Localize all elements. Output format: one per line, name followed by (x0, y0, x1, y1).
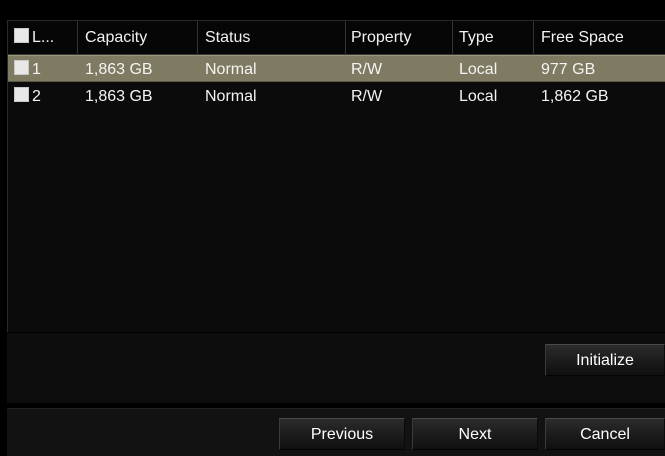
table-row[interactable]: 1 1,863 GB Normal R/W Local 977 GB (8, 55, 665, 82)
row-label: 2 (32, 88, 41, 105)
row-checkbox[interactable] (14, 87, 29, 103)
column-header-label-text: L... (32, 29, 55, 46)
row-label-cell[interactable]: 1 (14, 56, 41, 83)
column-header-label[interactable]: L... (14, 21, 76, 55)
row-property: R/W (351, 88, 383, 105)
row-type: Local (459, 88, 498, 105)
row-label-cell[interactable]: 2 (14, 83, 41, 110)
next-button[interactable]: Next (412, 418, 538, 450)
column-divider (197, 21, 198, 55)
column-header-capacity[interactable]: Capacity (85, 21, 195, 55)
column-header-free-space[interactable]: Free Space (541, 21, 661, 55)
select-all-checkbox[interactable] (14, 28, 29, 44)
column-divider (77, 21, 78, 55)
row-property: R/W (351, 61, 383, 78)
row-label: 1 (32, 61, 41, 78)
table-header: L... Capacity Status Property Type Free … (8, 21, 665, 55)
row-capacity: 1,863 GB (85, 88, 153, 105)
column-header-property[interactable]: Property (351, 21, 451, 55)
row-type: Local (459, 61, 498, 78)
row-free-space: 977 GB (541, 61, 596, 78)
column-header-type[interactable]: Type (459, 21, 529, 55)
column-header-status[interactable]: Status (205, 21, 345, 55)
previous-button[interactable]: Previous (279, 418, 405, 450)
table-row[interactable]: 2 1,863 GB Normal R/W Local 1,862 GB (8, 83, 665, 110)
row-checkbox[interactable] (14, 60, 29, 76)
column-divider (452, 21, 453, 55)
row-status: Normal (205, 61, 257, 78)
row-status: Normal (205, 88, 257, 105)
column-divider (533, 21, 534, 55)
hdd-table: L... Capacity Status Property Type Free … (7, 20, 665, 332)
hdd-list-screen: L... Capacity Status Property Type Free … (0, 0, 665, 456)
row-free-space: 1,862 GB (541, 88, 609, 105)
initialize-button[interactable]: Initialize (545, 344, 665, 376)
row-capacity: 1,863 GB (85, 61, 153, 78)
column-divider (345, 21, 346, 55)
cancel-button[interactable]: Cancel (545, 418, 665, 450)
